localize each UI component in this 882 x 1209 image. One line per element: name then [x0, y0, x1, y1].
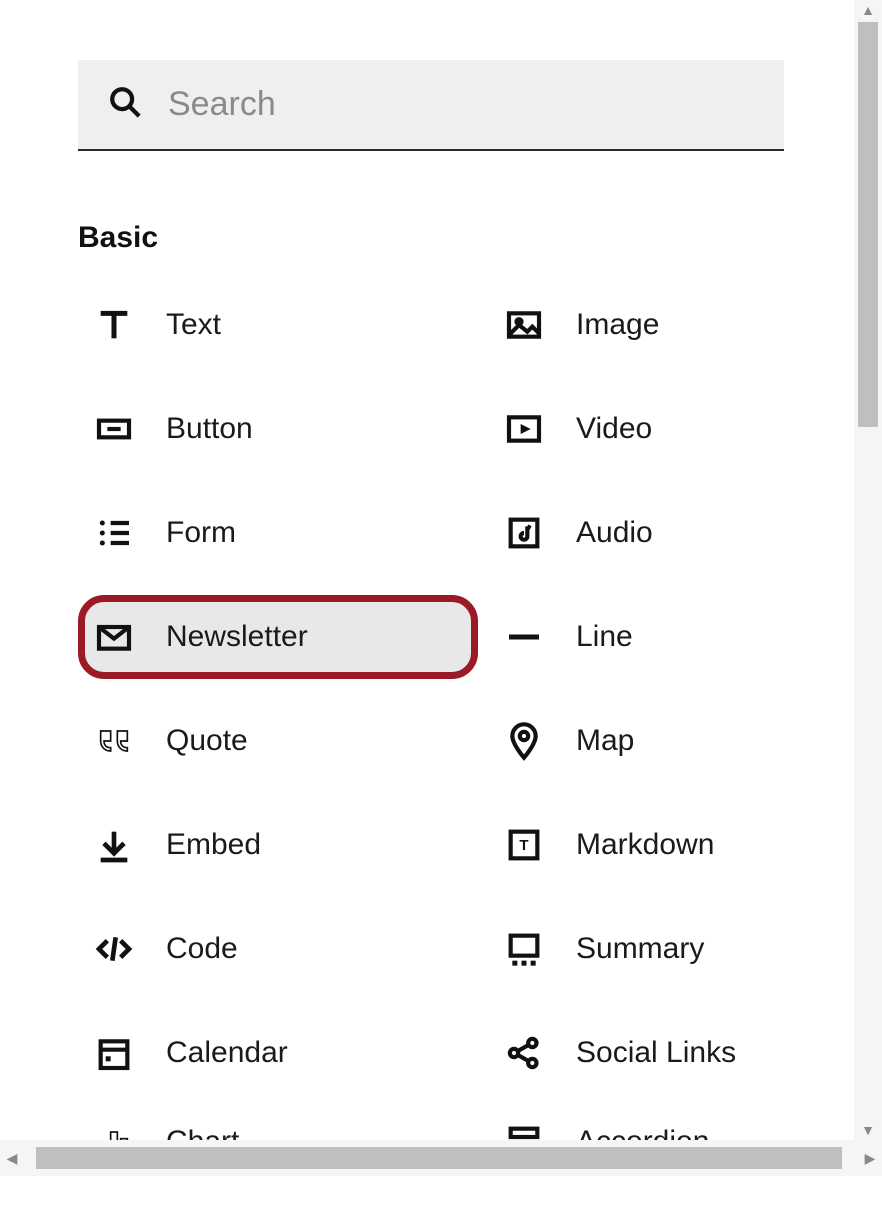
- block-label: Line: [576, 620, 633, 654]
- block-markdown[interactable]: T Markdown: [488, 803, 784, 887]
- block-code[interactable]: Code: [78, 907, 478, 991]
- block-embed[interactable]: Embed: [78, 803, 478, 887]
- scroll-thumb-vertical[interactable]: [858, 22, 878, 427]
- text-icon: [92, 303, 136, 347]
- vertical-scrollbar[interactable]: ▲ ▼: [854, 0, 882, 1140]
- scroll-up-arrow[interactable]: ▲: [854, 0, 882, 20]
- button-icon: [92, 407, 136, 451]
- section-title-basic: Basic: [78, 221, 784, 255]
- block-video[interactable]: Video: [488, 387, 784, 471]
- map-icon: [502, 719, 546, 763]
- search-input[interactable]: [166, 84, 754, 125]
- block-label: Social Links: [576, 1036, 736, 1070]
- block-label: Summary: [576, 932, 704, 966]
- audio-icon: [502, 511, 546, 555]
- embed-icon: [92, 823, 136, 867]
- calendar-icon: [92, 1031, 136, 1075]
- code-icon: [92, 927, 136, 971]
- block-quote[interactable]: Quote: [78, 699, 478, 783]
- image-icon: [502, 303, 546, 347]
- block-label: Newsletter: [166, 620, 308, 654]
- block-picker-panel: Basic Text Image Button: [0, 0, 854, 1209]
- social-links-icon: [502, 1031, 546, 1075]
- block-image[interactable]: Image: [488, 283, 784, 367]
- search-icon: [108, 85, 142, 124]
- block-summary[interactable]: Summary: [488, 907, 784, 991]
- block-label: Audio: [576, 516, 653, 550]
- block-label: Image: [576, 308, 659, 342]
- block-label: Form: [166, 516, 236, 550]
- block-text[interactable]: Text: [78, 283, 478, 367]
- newsletter-icon: [92, 615, 136, 659]
- block-label: Calendar: [166, 1036, 288, 1070]
- line-icon: [502, 615, 546, 659]
- block-label: Code: [166, 932, 238, 966]
- block-label: Button: [166, 412, 253, 446]
- markdown-icon: T: [502, 823, 546, 867]
- block-line[interactable]: Line: [488, 595, 784, 679]
- block-calendar[interactable]: Calendar: [78, 1011, 478, 1095]
- block-label: Embed: [166, 828, 261, 862]
- block-label: Text: [166, 308, 221, 342]
- block-label: Markdown: [576, 828, 714, 862]
- video-icon: [502, 407, 546, 451]
- block-grid: Text Image Button Video: [78, 283, 784, 1169]
- scroll-thumb-horizontal[interactable]: [36, 1147, 842, 1169]
- summary-icon: [502, 927, 546, 971]
- horizontal-scrollbar[interactable]: ◀ ▶: [0, 1140, 882, 1176]
- block-social-links[interactable]: Social Links: [488, 1011, 784, 1095]
- block-audio[interactable]: Audio: [488, 491, 784, 575]
- form-icon: [92, 511, 136, 555]
- svg-text:T: T: [519, 837, 528, 854]
- block-label: Map: [576, 724, 634, 758]
- scroll-left-arrow[interactable]: ◀: [0, 1140, 24, 1176]
- block-newsletter[interactable]: Newsletter: [78, 595, 478, 679]
- block-form[interactable]: Form: [78, 491, 478, 575]
- block-button[interactable]: Button: [78, 387, 478, 471]
- search-field[interactable]: [78, 60, 784, 151]
- block-label: Quote: [166, 724, 248, 758]
- block-map[interactable]: Map: [488, 699, 784, 783]
- quote-icon: [92, 719, 136, 763]
- scroll-right-arrow[interactable]: ▶: [858, 1140, 882, 1176]
- block-label: Video: [576, 412, 652, 446]
- scroll-down-arrow[interactable]: ▼: [854, 1120, 882, 1140]
